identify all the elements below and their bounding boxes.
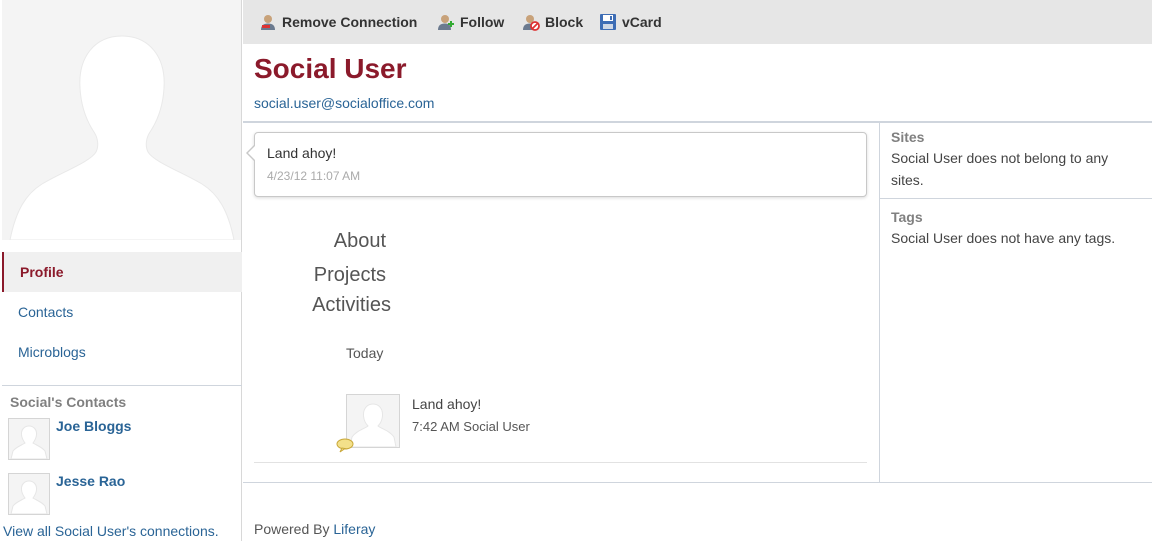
comment-bubble-icon bbox=[336, 438, 354, 458]
liferay-link[interactable]: Liferay bbox=[333, 521, 375, 537]
block-icon bbox=[522, 13, 540, 31]
activity-meta: 7:42 AM Social User bbox=[412, 419, 530, 434]
right-column: Sites Social User does not belong to any… bbox=[879, 122, 1152, 482]
sites-heading: Sites bbox=[891, 129, 925, 145]
activity-text: Land ahoy! bbox=[412, 396, 482, 412]
status-bubble: Land ahoy! 4/23/12 11:07 AM bbox=[246, 132, 867, 197]
follow-button[interactable]: Follow bbox=[437, 12, 504, 32]
remove-connection-icon bbox=[259, 13, 277, 31]
section-about[interactable]: About bbox=[334, 230, 386, 253]
profile-avatar bbox=[2, 0, 241, 240]
block-label: Block bbox=[545, 14, 584, 30]
sidebar-item-contacts[interactable]: Contacts bbox=[2, 292, 242, 332]
block-button[interactable]: Block bbox=[522, 12, 583, 32]
status-timestamp: 4/23/12 11:07 AM bbox=[267, 169, 361, 183]
divider bbox=[254, 462, 867, 463]
tags-heading: Tags bbox=[891, 209, 923, 225]
activity-day-label: Today bbox=[346, 345, 384, 361]
divider bbox=[880, 198, 1152, 199]
contacts-heading: Social's Contacts bbox=[10, 394, 127, 410]
tags-text: Social User does not have any tags. bbox=[891, 230, 1116, 246]
toolbar: Remove Connection Follow Block vCard bbox=[243, 0, 1152, 44]
contact-item[interactable]: Jesse Rao bbox=[8, 473, 238, 517]
vcard-icon bbox=[599, 13, 617, 31]
contact-name[interactable]: Joe Bloggs bbox=[56, 418, 131, 434]
sidebar: Profile Contacts Microblogs Social's Con… bbox=[0, 0, 242, 541]
section-projects[interactable]: Projects bbox=[314, 264, 386, 287]
remove-connection-button[interactable]: Remove Connection bbox=[259, 12, 417, 32]
sidebar-item-profile[interactable]: Profile bbox=[2, 252, 242, 292]
follow-label: Follow bbox=[460, 14, 505, 30]
sidebar-item-microblogs[interactable]: Microblogs bbox=[2, 332, 242, 372]
footer: Powered By Liferay bbox=[254, 521, 375, 537]
activity-avatar[interactable] bbox=[346, 394, 400, 448]
page-title: Social User bbox=[254, 53, 407, 84]
divider bbox=[2, 385, 242, 386]
activity-item: Land ahoy! 7:42 AM Social User bbox=[336, 394, 866, 453]
view-all-connections-link[interactable]: View all Social User's connections. bbox=[3, 523, 219, 539]
contact-avatar[interactable] bbox=[8, 473, 50, 515]
vcard-label: vCard bbox=[622, 14, 662, 30]
sites-text: Social User does not belong to any sites… bbox=[891, 150, 1109, 188]
section-activities[interactable]: Activities bbox=[312, 294, 391, 317]
contact-item[interactable]: Joe Bloggs bbox=[8, 418, 238, 462]
user-email-link[interactable]: social.user@socialoffice.com bbox=[254, 95, 434, 111]
divider bbox=[243, 482, 1152, 483]
vcard-button[interactable]: vCard bbox=[599, 12, 662, 32]
follow-icon bbox=[437, 13, 455, 31]
status-text: Land ahoy! bbox=[267, 145, 337, 161]
contact-avatar[interactable] bbox=[8, 418, 50, 460]
remove-connection-label: Remove Connection bbox=[282, 14, 418, 30]
footer-prefix: Powered By bbox=[254, 521, 334, 537]
contact-name[interactable]: Jesse Rao bbox=[56, 473, 125, 489]
